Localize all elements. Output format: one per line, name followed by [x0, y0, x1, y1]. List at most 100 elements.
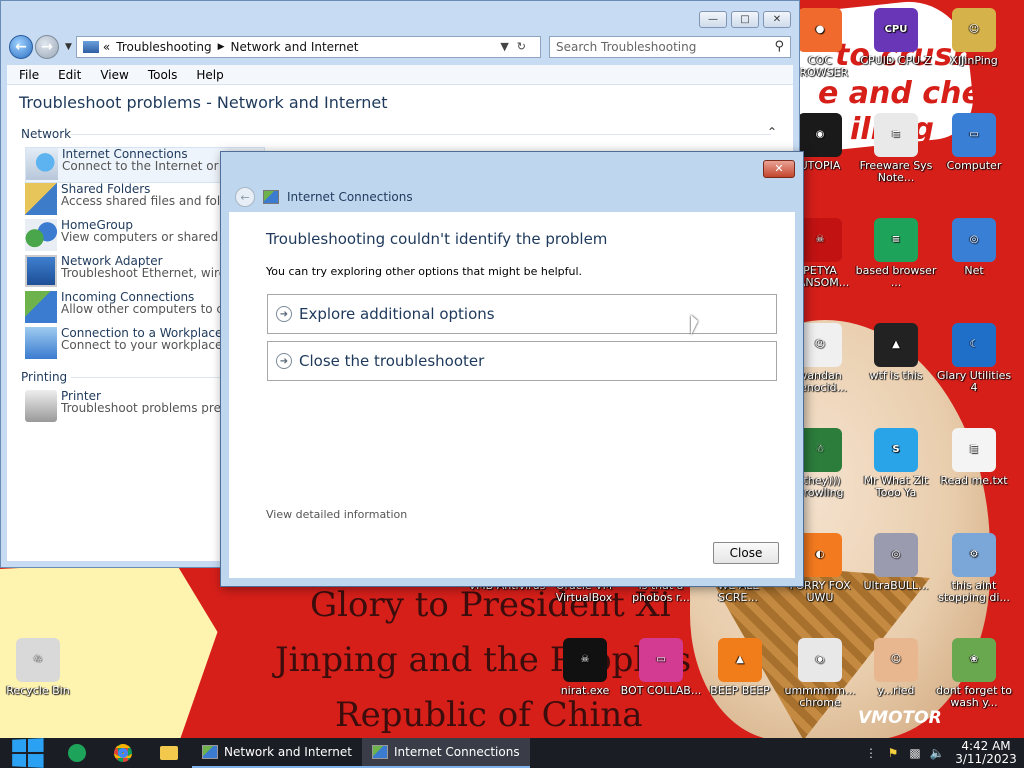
desktop-icon[interactable]: ☠ nirat.exe — [544, 638, 626, 697]
firefox-icon: ◐ — [798, 533, 842, 577]
start-button[interactable] — [0, 738, 54, 768]
explore-options-button[interactable]: ➜ Explore additional options — [267, 294, 777, 334]
close-button[interactable]: Close — [713, 542, 779, 564]
volume-icon[interactable]: 🔈 — [926, 746, 948, 760]
desktop-icon[interactable]: ▭ Computer — [933, 113, 1015, 172]
taskbar-pin-explorer[interactable] — [146, 738, 192, 768]
breadcrumb-separator-icon[interactable]: ▶ — [218, 42, 225, 52]
desktop-icon[interactable]: ◉ ummmmm... chrome — [779, 638, 861, 709]
dialog-title: Internet Connections — [287, 190, 413, 204]
desktop-icon-label: UltraBULL... — [863, 580, 929, 592]
explorer-titlebar[interactable]: — □ ✕ — [1, 1, 799, 33]
desktop-icon-label: dont forget to wash y... — [935, 685, 1013, 709]
menu-view[interactable]: View — [100, 68, 128, 82]
desktop-icon-label: this aint stopping di... — [938, 580, 1010, 604]
action-center-icon[interactable]: ⚑ — [882, 746, 904, 760]
desktop-icon[interactable]: CPU CPUID CPU-Z — [855, 8, 937, 67]
internet-connections-icon — [263, 190, 279, 204]
face-icon: ☺ — [874, 638, 918, 682]
menu-file[interactable]: File — [19, 68, 39, 82]
arrow-circle-icon: ➜ — [276, 306, 292, 322]
desktop-icon-label: y...ried — [877, 685, 915, 697]
clock[interactable]: 4:42 AM 3/11/2023 — [948, 740, 1024, 766]
desktop-icon-label: CPUID CPU-Z — [860, 55, 932, 67]
control-panel-icon — [82, 41, 99, 53]
desktop-icon[interactable]: ≣ Read me.txt — [933, 428, 1015, 487]
search-icon[interactable]: ⚲ — [774, 39, 784, 54]
computer-icon: ▭ — [952, 113, 996, 157]
breadcrumb-troubleshooting[interactable]: Troubleshooting — [116, 40, 211, 54]
desktop-icon-label: Glary Utilities 4 — [936, 370, 1012, 394]
back-button[interactable]: ← — [9, 35, 33, 59]
desktop-icon[interactable]: ≡ Freeware Sys Note... — [855, 113, 937, 184]
desktop-icon[interactable]: ◎ UltraBULL... — [855, 533, 937, 592]
desktop-icon[interactable]: ≡ based browser ... — [855, 218, 937, 289]
network-icon: ◎ — [952, 218, 996, 262]
wandan-icon: ☺ — [798, 323, 842, 367]
desktop-icon[interactable]: ☾ Glary Utilities 4 — [933, 323, 1015, 394]
desktop-icon-label: wtf is this — [869, 370, 923, 382]
search-input[interactable]: Search Troubleshooting ⚲ — [549, 36, 791, 58]
breadcrumb-network-internet[interactable]: Network and Internet — [231, 40, 359, 54]
search-placeholder: Search Troubleshooting — [556, 40, 697, 54]
desktop-icon[interactable]: ❀ dont forget to wash y... — [933, 638, 1015, 709]
bot-collab-icon: ▭ — [639, 638, 683, 682]
glary-utilities-icon: ☾ — [952, 323, 996, 367]
taskbar-pin-chrome[interactable] — [100, 738, 146, 768]
minimize-button[interactable]: — — [699, 11, 727, 28]
dialog-back-button[interactable]: ← — [235, 187, 255, 207]
desktop-icon[interactable]: ▲ BEEP BEEP — [699, 638, 781, 697]
desktop-icon[interactable]: ☺ y...ried — [855, 638, 937, 697]
taskbar: Network and Internet Internet Connection… — [0, 738, 1024, 768]
shared-folders-icon — [25, 183, 57, 215]
desktop-icon[interactable]: ▲ wtf is this — [855, 323, 937, 382]
desktop-icon-label: nirat.exe — [560, 685, 610, 697]
system-tray: ⋮ ⚑ ▩ 🔈 4:42 AM 3/11/2023 — [860, 738, 1024, 768]
forward-button[interactable]: → — [35, 35, 59, 59]
desktop-icon-label: Computer — [946, 160, 1002, 172]
view-details-link[interactable]: View detailed information — [266, 508, 407, 521]
dialog-body: Troubleshooting couldn't identify the pr… — [229, 212, 795, 578]
desktop-icon-label: ummmmm... chrome — [784, 685, 856, 709]
address-dropdown-icon[interactable]: ▼ — [500, 40, 516, 53]
desktop-icon-label: XIJinPing — [950, 55, 998, 67]
menu-edit[interactable]: Edit — [58, 68, 81, 82]
recent-pages-dropdown[interactable]: ▼ — [65, 42, 72, 52]
desktop-icon[interactable]: ♲ Recycle Bin — [0, 638, 79, 697]
maximize-button[interactable]: □ — [731, 11, 759, 28]
wallpaper-text-3: Republic of China — [335, 695, 643, 735]
desktop-icon[interactable]: ◎ Net — [933, 218, 1015, 277]
desktop-icon-label: Read me.txt — [940, 475, 1008, 487]
desktop-icon[interactable]: ▭ BOT COLLAB... — [620, 638, 702, 697]
show-hidden-icons[interactable]: ⋮ — [860, 746, 882, 760]
menu-help[interactable]: Help — [196, 68, 223, 82]
close-button[interactable]: ✕ — [763, 11, 791, 28]
refresh-icon[interactable]: ↻ — [517, 40, 534, 53]
workplace-connection-icon — [25, 327, 57, 359]
wallpaper-scrawl-2: e and chew — [818, 76, 1010, 111]
address-overflow[interactable]: « — [103, 40, 110, 54]
desktop-icon-label: Freeware Sys Note... — [859, 160, 933, 184]
desktop-icon-label: Net — [964, 265, 984, 277]
internet-connections-icon — [371, 745, 388, 759]
task-network-and-internet[interactable]: Network and Internet — [192, 738, 362, 768]
skype-icon: S — [874, 428, 918, 472]
dialog-close-x-button[interactable]: ✕ — [763, 160, 795, 178]
desktop-icon[interactable]: ⚙ this aint stopping di... — [933, 533, 1015, 604]
ultrabull-icon: ◎ — [874, 533, 918, 577]
address-bar[interactable]: « Troubleshooting ▶ Network and Internet… — [75, 36, 541, 58]
close-troubleshooter-button[interactable]: ➜ Close the troubleshooter — [267, 341, 777, 381]
network-tray-icon[interactable]: ▩ — [904, 746, 926, 760]
recycle-bin-icon: ♲ — [16, 638, 60, 682]
task-internet-connections[interactable]: Internet Connections — [361, 738, 530, 768]
cpuz-icon: CPU — [874, 8, 918, 52]
collapse-section-icon[interactable]: ⌃ — [767, 125, 777, 139]
wtf-is-this-icon: ▲ — [874, 323, 918, 367]
desktop-icon[interactable]: S Mr What Zit Tooo Ya — [855, 428, 937, 499]
desktop-icon[interactable]: ☺ XIJinPing — [933, 8, 1015, 67]
this-aint-stopping-icon: ⚙ — [952, 533, 996, 577]
menu-tools[interactable]: Tools — [148, 68, 178, 82]
taskbar-pin-based-browser[interactable] — [54, 738, 100, 768]
troubleshooter-dialog[interactable]: ✕ ← Internet Connections Troubleshooting… — [220, 151, 804, 587]
chrome-icon: ◉ — [798, 638, 842, 682]
